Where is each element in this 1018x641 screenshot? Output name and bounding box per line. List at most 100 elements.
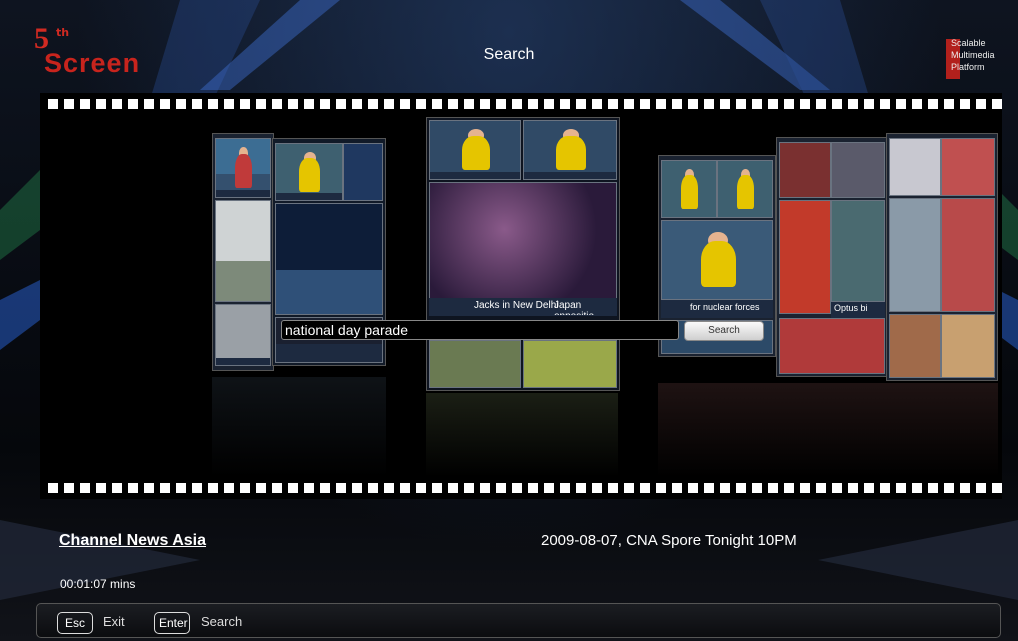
film-perforation xyxy=(912,99,922,109)
film-perforation xyxy=(224,99,234,109)
film-perforation xyxy=(208,99,218,109)
film-perforation xyxy=(592,99,602,109)
video-thumbnail[interactable] xyxy=(889,138,941,196)
film-perforation xyxy=(256,483,266,493)
film-perforation xyxy=(976,483,986,493)
video-thumbnail[interactable] xyxy=(717,160,773,218)
key-hints-bar: Esc Exit Enter Search xyxy=(36,603,1001,638)
film-perforation xyxy=(496,99,506,109)
film-perforation xyxy=(464,99,474,109)
video-thumbnail[interactable] xyxy=(215,304,271,366)
film-perforation xyxy=(656,99,666,109)
film-perforation xyxy=(256,99,266,109)
film-perforation xyxy=(320,483,330,493)
film-perforation xyxy=(480,99,490,109)
film-perforation xyxy=(976,99,986,109)
video-thumbnail[interactable] xyxy=(941,198,995,312)
film-perforation xyxy=(720,99,730,109)
film-perforation xyxy=(384,99,394,109)
video-thumbnail[interactable] xyxy=(889,314,941,378)
video-thumbnail[interactable] xyxy=(215,138,271,198)
film-perforation xyxy=(944,99,954,109)
video-column-right-2[interactable]: Optus bi xyxy=(776,137,888,377)
channel-name-link[interactable]: Channel News Asia xyxy=(59,532,206,550)
film-perforation xyxy=(832,483,842,493)
film-perforation xyxy=(128,483,138,493)
video-column-right-3[interactable] xyxy=(886,133,998,381)
video-wall[interactable]: Jacks in New Delhi Japan oppositio for n… xyxy=(40,93,1002,499)
video-thumbnail[interactable] xyxy=(831,142,885,198)
film-perforation xyxy=(128,99,138,109)
film-perforation xyxy=(400,99,410,109)
film-perforation xyxy=(624,483,634,493)
film-perforation xyxy=(528,99,538,109)
film-perforation xyxy=(384,483,394,493)
film-perforation xyxy=(448,99,458,109)
video-thumbnail-featured[interactable] xyxy=(429,182,617,300)
video-thumbnail[interactable] xyxy=(275,203,383,315)
film-perforation xyxy=(960,483,970,493)
platform-logo: Scalable Multimedia Platform xyxy=(946,33,1010,83)
film-perforation xyxy=(48,99,58,109)
film-perforation xyxy=(160,99,170,109)
film-perforation xyxy=(176,99,186,109)
film-perforation xyxy=(112,99,122,109)
video-thumbnail[interactable] xyxy=(523,340,617,388)
film-perforation xyxy=(992,483,1002,493)
film-perforation xyxy=(608,483,618,493)
video-thumbnail[interactable] xyxy=(831,200,885,302)
film-perforation xyxy=(192,483,202,493)
video-thumbnail[interactable] xyxy=(779,200,831,314)
search-button[interactable]: Search xyxy=(684,321,764,341)
film-perforation xyxy=(704,483,714,493)
film-perforation xyxy=(304,99,314,109)
logo-superscript: th xyxy=(56,26,70,39)
video-thumbnail[interactable] xyxy=(779,142,831,198)
enter-key[interactable]: Enter xyxy=(154,612,190,634)
film-perforation xyxy=(848,99,858,109)
video-column-left-1[interactable] xyxy=(212,133,274,371)
film-perforation xyxy=(720,483,730,493)
film-perforation xyxy=(656,483,666,493)
video-column-center[interactable]: Jacks in New Delhi Japan oppositio xyxy=(426,117,620,391)
video-caption-bar: Optus bi xyxy=(831,302,885,318)
search-input[interactable] xyxy=(281,320,679,340)
esc-key[interactable]: Esc xyxy=(57,612,93,634)
video-thumbnail[interactable] xyxy=(429,340,521,388)
film-perforation xyxy=(48,483,58,493)
film-perforation xyxy=(864,483,874,493)
film-perforation xyxy=(80,99,90,109)
wall-reflection-left xyxy=(212,377,386,477)
film-perforation xyxy=(448,483,458,493)
esc-key-label: Exit xyxy=(103,614,125,629)
video-thumbnail[interactable] xyxy=(661,220,773,300)
film-perforation xyxy=(96,99,106,109)
film-perforation xyxy=(176,483,186,493)
wall-reflection-right xyxy=(658,383,998,477)
program-info: 2009-08-07, CNA Spore Tonight 10PM xyxy=(541,532,797,549)
video-thumbnail[interactable] xyxy=(523,120,617,180)
platform-logo-line-3: Platform xyxy=(951,62,985,72)
film-perforation xyxy=(992,99,1002,109)
film-perforation xyxy=(752,99,762,109)
wall-reflection-center xyxy=(426,393,618,477)
video-thumbnail[interactable] xyxy=(889,198,941,312)
video-thumbnail[interactable] xyxy=(941,314,995,378)
film-perforation xyxy=(704,99,714,109)
video-thumbnail[interactable] xyxy=(661,160,717,218)
film-perforation xyxy=(368,483,378,493)
film-perforation xyxy=(960,99,970,109)
video-thumbnail[interactable] xyxy=(941,138,995,196)
video-thumbnail[interactable] xyxy=(343,143,383,201)
film-perforation xyxy=(512,483,522,493)
film-perforation xyxy=(240,483,250,493)
video-thumbnail[interactable] xyxy=(215,200,271,302)
video-thumbnail[interactable] xyxy=(275,143,343,201)
film-perforation xyxy=(816,99,826,109)
video-thumbnail[interactable] xyxy=(429,120,521,180)
film-perforation xyxy=(288,483,298,493)
video-thumbnail[interactable] xyxy=(779,318,885,374)
film-perforation xyxy=(832,99,842,109)
platform-logo-line-2: Multimedia xyxy=(951,50,995,60)
film-perforation xyxy=(928,99,938,109)
